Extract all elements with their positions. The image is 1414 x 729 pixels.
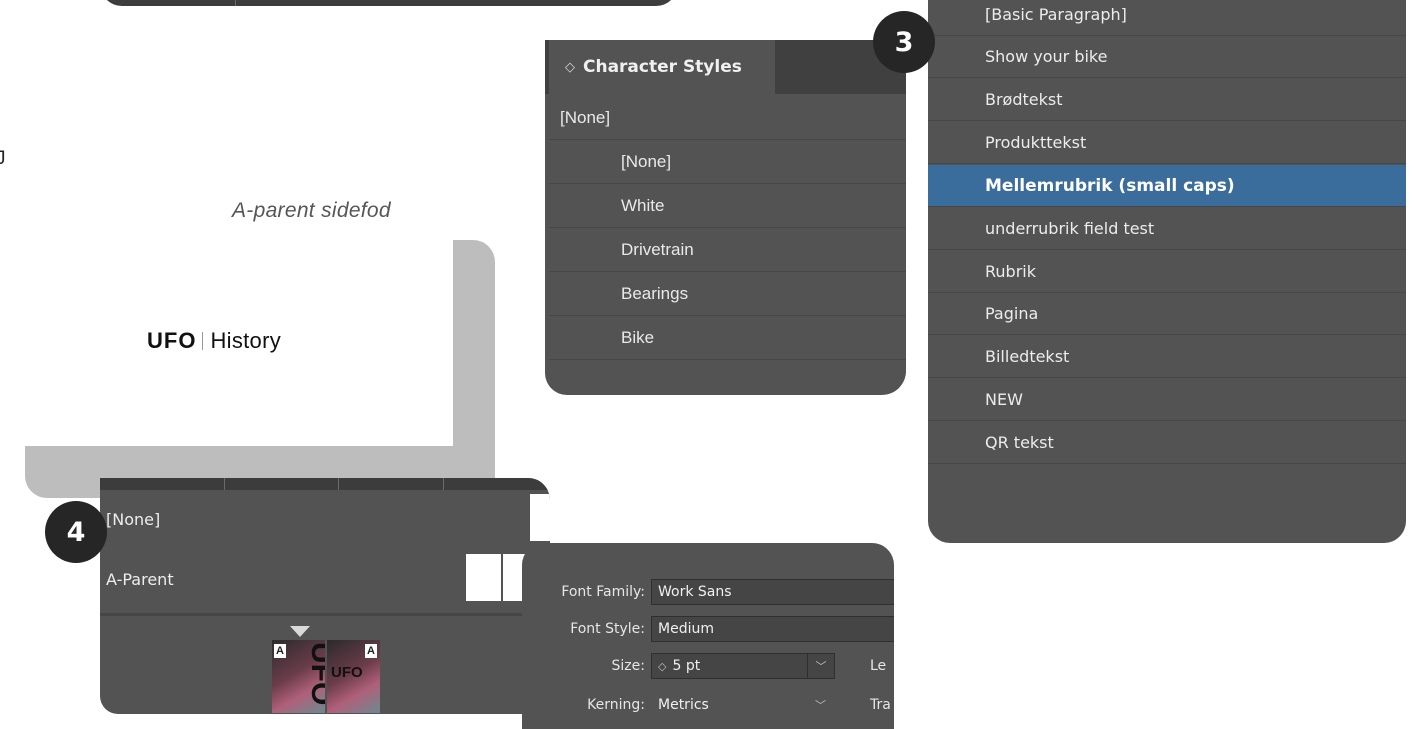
paragraph-style-item[interactable]: Brødtekst — [928, 79, 1406, 121]
font-family-label: Font Family: — [561, 584, 645, 600]
tab-separator — [224, 478, 225, 490]
size-value: 5 pt — [672, 658, 701, 674]
parent-thumbnail-left[interactable] — [466, 554, 501, 601]
step-badge-4: 4 — [45, 501, 107, 563]
page-footer-header: UFO History — [147, 328, 281, 354]
tab-separator — [443, 478, 444, 490]
size-field[interactable]: ◇ 5 pt ﹀ — [651, 653, 835, 679]
ufo-logo: UFO — [147, 328, 197, 353]
page-spread-thumbnail[interactable]: A UFO A UFO — [272, 640, 380, 713]
tracking-label: Tra — [870, 697, 891, 713]
kerning-value: Metrics — [658, 697, 709, 713]
character-style-item[interactable]: Drivetrain — [549, 228, 906, 272]
chevron-down-icon[interactable]: ﹀ — [815, 697, 826, 713]
font-style-row: Font Style: Medium — [522, 615, 894, 643]
cropped-edge-text: J — [0, 148, 6, 169]
spread-left-page[interactable]: A UFO — [272, 640, 325, 713]
character-style-item[interactable]: Bearings — [549, 272, 906, 316]
paragraph-style-item[interactable]: Billedtekst — [928, 336, 1406, 378]
parent-item-label: [None] — [106, 509, 161, 529]
style-group-none[interactable]: [None] — [549, 96, 906, 140]
spread-parent-letter: A — [365, 644, 377, 658]
step-badge-3: 3 — [873, 11, 935, 73]
header-title: History — [210, 328, 282, 353]
chevron-down-icon[interactable]: ﹀ — [807, 654, 834, 678]
page-caption: A-parent sidefod — [232, 199, 391, 222]
top-panel-separator — [235, 0, 236, 6]
font-style-field[interactable]: Medium — [651, 616, 894, 642]
character-styles-tabbar: ◇ Character Styles — [545, 40, 906, 94]
font-family-row: Font Family: Work Sans — [522, 578, 894, 606]
font-style-value: Medium — [658, 621, 714, 637]
character-style-item[interactable]: [None] — [549, 140, 906, 184]
paragraph-style-item[interactable]: Rubrik — [928, 251, 1406, 293]
font-family-value: Work Sans — [658, 584, 732, 600]
font-style-label: Font Style: — [570, 621, 645, 637]
parent-item-a-parent[interactable]: A-Parent — [100, 554, 550, 604]
spread-right-page[interactable]: A UFO — [327, 640, 380, 713]
pages-panel: [None] A-Parent A UFO A UFO — [100, 478, 550, 714]
top-panel-edge — [100, 0, 678, 6]
tab-label: Character Styles — [583, 57, 742, 77]
tab-character-styles[interactable]: ◇ Character Styles — [549, 40, 775, 94]
pages-divider — [100, 613, 550, 616]
character-formats-panel: Font Family: Work Sans Font Style: Mediu… — [522, 543, 894, 729]
paragraph-style-item[interactable]: Show your bike — [928, 36, 1406, 78]
stepper-icon[interactable]: ◇ — [658, 660, 666, 673]
font-family-field[interactable]: Work Sans — [651, 579, 894, 605]
character-style-item[interactable]: Bike — [549, 316, 906, 360]
spread-logo: UFO — [331, 664, 363, 681]
paragraph-styles-panel: [Basic Paragraph] Show your bike Brødtek… — [928, 0, 1406, 543]
character-style-item[interactable]: White — [549, 184, 906, 228]
paragraph-style-item[interactable]: Produkttekst — [928, 122, 1406, 164]
tab-separator — [338, 478, 339, 490]
paragraph-style-item[interactable]: underrubrik field test — [928, 208, 1406, 250]
current-spread-marker-icon — [290, 626, 310, 637]
pages-tabbar — [100, 478, 550, 490]
paragraph-style-item[interactable]: QR tekst — [928, 422, 1406, 464]
kerning-row: Kerning: Metrics ﹀ Tra — [522, 691, 894, 719]
header-divider — [202, 332, 204, 350]
parent-thumbnail[interactable] — [530, 494, 550, 541]
parent-item-label: A-Parent — [106, 569, 174, 589]
paragraph-style-item-selected[interactable]: Mellemrubrik (small caps) — [928, 165, 1406, 207]
size-row: Size: ◇ 5 pt ﹀ Le — [522, 652, 894, 680]
paragraph-style-item[interactable]: Pagina — [928, 293, 1406, 335]
spread-parent-letter: A — [274, 644, 286, 658]
kerning-label: Kerning: — [587, 697, 645, 713]
spread-logo-vertical: UFO — [305, 642, 325, 706]
character-styles-panel: ◇ Character Styles [None] [None] White D… — [545, 40, 906, 395]
paragraph-style-item[interactable]: NEW — [928, 379, 1406, 421]
kerning-dropdown[interactable]: Metrics ﹀ — [651, 692, 835, 718]
leading-label: Le — [870, 658, 887, 674]
panel-collapse-icon[interactable]: ◇ — [565, 60, 575, 75]
parent-item-none[interactable]: [None] — [100, 494, 550, 544]
paragraph-style-item[interactable]: [Basic Paragraph] — [928, 0, 1406, 36]
size-label: Size: — [611, 658, 645, 674]
